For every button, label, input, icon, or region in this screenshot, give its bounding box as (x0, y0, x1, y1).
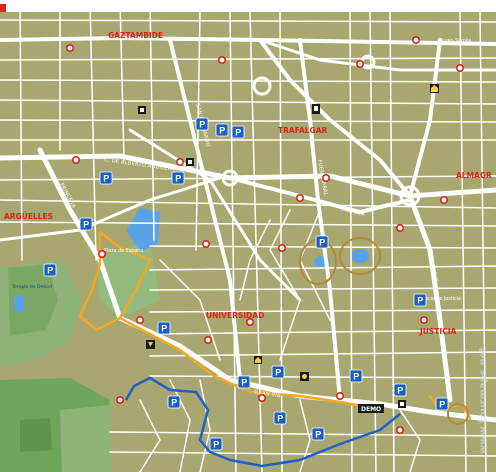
metro-icon[interactable] (136, 315, 145, 324)
parking-icon-letter: P (241, 378, 247, 388)
parking-icon-letter: P (161, 324, 167, 334)
parking-icon[interactable]: P (435, 397, 449, 411)
parking-icon-letter: P (439, 400, 445, 410)
district-almagro: ALMAGR (456, 171, 492, 180)
metro-icon[interactable] (66, 43, 75, 52)
parking-icon-letter: P (213, 440, 219, 450)
parking-icon-letter: P (275, 368, 281, 378)
parking-icon[interactable]: P (215, 123, 229, 137)
parking-icon[interactable]: P (171, 171, 185, 185)
demo-badge-text: DEMO (361, 406, 381, 413)
metro-icon[interactable] (202, 240, 211, 249)
metro-icon[interactable] (439, 196, 448, 205)
metro-icon[interactable] (72, 156, 81, 165)
parking-icon-letter: P (175, 174, 181, 184)
parking-icon[interactable]: P (79, 217, 93, 231)
parking-icon-letter: P (417, 296, 423, 306)
parking-icon[interactable]: P (209, 437, 223, 451)
church-icon[interactable] (254, 356, 262, 364)
fountain-chueca-area (351, 249, 369, 263)
church-icon[interactable] (430, 84, 439, 93)
museum-icon[interactable] (398, 400, 406, 408)
parking-icon[interactable]: P (315, 235, 329, 249)
watermark: www.tourmaps.net (478, 346, 489, 454)
parking-icon-letter: P (315, 430, 321, 440)
city-map[interactable]: GAZTAMBIDE TRAFALGAR ALMAGR ARGÜELLES UN… (0, 0, 496, 472)
parking-icon-letter: P (47, 266, 53, 276)
parking-icon[interactable]: P (349, 369, 363, 383)
parking-icon-letter: P (219, 126, 225, 136)
place-templo-debod: Templo de Debod (11, 284, 52, 290)
district-universidad: UNIVERSIDAD (206, 311, 264, 320)
parking-icon[interactable]: P (99, 171, 113, 185)
parking-icon[interactable]: P (271, 365, 285, 379)
parking-icon-letter: P (397, 386, 403, 396)
metro-icon[interactable] (246, 317, 255, 326)
metro-icon[interactable] (335, 391, 344, 400)
metro-icon[interactable] (277, 244, 286, 253)
place-museo-sorolla: Museo Sorolla (438, 38, 472, 44)
metro-icon[interactable] (295, 194, 304, 203)
district-justicia: JUSTICIA (419, 327, 456, 336)
district-trafalgar: TRAFALGAR (278, 126, 328, 135)
theater-icon[interactable] (300, 372, 309, 381)
parking-icon-letter: P (103, 174, 109, 184)
park-plaza-oriente-garden (20, 418, 52, 452)
metro-icon[interactable] (176, 158, 185, 167)
parking-icon[interactable]: P (43, 263, 57, 277)
parking-icon[interactable]: P (311, 427, 325, 441)
metro-icon[interactable] (218, 55, 227, 64)
parking-icon-letter: P (235, 128, 241, 138)
parking-icon[interactable]: P (237, 375, 251, 389)
parking-icon-letter: P (353, 372, 359, 382)
top-strip (0, 0, 496, 12)
parking-icon[interactable]: P (195, 117, 209, 131)
metro-icon[interactable] (411, 35, 420, 44)
metro-icon[interactable] (257, 393, 266, 402)
parking-icon[interactable]: P (273, 411, 287, 425)
parking-icon-letter: P (171, 398, 177, 408)
metro-icon[interactable] (395, 224, 404, 233)
metro-icon[interactable] (321, 174, 330, 183)
metro-icon[interactable] (395, 425, 404, 434)
metro-icon[interactable] (204, 335, 213, 344)
district-gaztambide: GAZTAMBIDE (108, 31, 163, 40)
metro-icon[interactable] (98, 250, 107, 259)
demo-badge: DEMO (358, 404, 384, 413)
metro-icon[interactable] (419, 315, 428, 324)
parking-icon-letter: P (277, 414, 283, 424)
theater-icon[interactable] (146, 340, 155, 349)
district-arguelles: ARGÜELLES (4, 212, 53, 221)
place-plaza-espana: Plaza de España (104, 248, 143, 254)
museum-icon[interactable] (186, 158, 194, 166)
metro-icon[interactable] (116, 395, 125, 404)
parking-icon[interactable]: P (413, 293, 427, 307)
header-red-marker (0, 4, 6, 12)
parking-icon-letter: P (199, 120, 205, 130)
parking-icon-letter: P (319, 238, 325, 248)
museum-icon[interactable] (312, 104, 320, 114)
pond-debod (14, 296, 24, 312)
parking-icon[interactable]: P (393, 383, 407, 397)
metro-icon[interactable] (355, 59, 364, 68)
metro-icon[interactable] (455, 64, 464, 73)
park-oriente (60, 405, 112, 472)
parking-icon[interactable]: P (157, 321, 171, 335)
museum-icon[interactable] (138, 106, 146, 114)
parking-icon-letter: P (83, 220, 89, 230)
parking-icon[interactable]: P (231, 125, 245, 139)
parking-icon[interactable]: P (167, 395, 181, 409)
